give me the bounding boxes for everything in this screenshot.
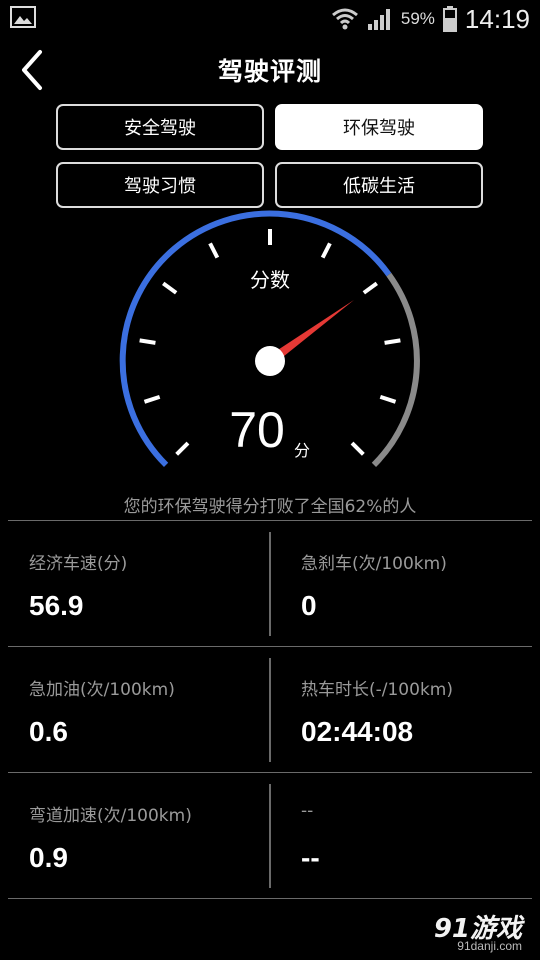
tab-low-carbon[interactable]: 低碳生活 — [275, 162, 483, 208]
summary-text: 您的环保驾驶得分打败了全国62%的人 — [123, 497, 417, 517]
stat-value: 56.9 — [29, 590, 84, 621]
signal-icon — [367, 9, 390, 30]
score-gauge: 分数 70 分 — [119, 210, 420, 468]
gauge-label: 分数 — [250, 268, 290, 292]
divider — [269, 532, 271, 636]
wifi-icon — [331, 8, 358, 30]
stat-value: 02:44:08 — [301, 716, 414, 747]
gauge-tick — [320, 242, 332, 259]
stat-value: 0.6 — [29, 716, 68, 747]
stat-label: -- — [301, 801, 314, 821]
divider — [269, 658, 271, 762]
gallery-icon — [10, 6, 36, 28]
battery-icon — [442, 6, 457, 32]
battery-percent: 59% — [400, 9, 435, 28]
stat-label: 弯道加速(次/100km) — [29, 806, 192, 826]
stat-label: 经济车速(分) — [29, 554, 128, 574]
divider — [269, 784, 271, 888]
watermark-url: 91danji.com — [457, 939, 522, 953]
stat-value: 0.9 — [29, 842, 68, 873]
gauge-tick — [175, 441, 190, 456]
gauge-tick — [379, 394, 397, 404]
stat-value: -- — [301, 842, 320, 873]
tab-driving-habits[interactable]: 驾驶习惯 — [56, 162, 264, 208]
stat-label: 急加油(次/100km) — [29, 680, 175, 700]
gauge-hub — [255, 346, 285, 376]
gauge-tick — [162, 281, 178, 295]
divider — [8, 520, 532, 521]
tab-safe-driving[interactable]: 安全驾驶 — [56, 104, 264, 150]
divider — [8, 772, 532, 773]
gauge-tick — [384, 338, 401, 345]
gauge-score: 70 — [229, 402, 285, 458]
clock: 14:19 — [464, 3, 530, 34]
gauge-unit: 分 — [294, 441, 310, 460]
gauge-tick — [208, 242, 220, 259]
stat-value: 0 — [301, 590, 317, 621]
app-header: 驾驶评测 — [0, 38, 540, 104]
gauge-tick — [139, 338, 156, 345]
divider — [8, 898, 532, 899]
gauge-tick — [362, 281, 378, 295]
gauge-tick — [143, 394, 161, 404]
stat-label: 急刹车(次/100km) — [301, 554, 447, 574]
stat-label: 热车时长(-/100km) — [301, 680, 453, 700]
page-title: 驾驶评测 — [217, 57, 322, 86]
gauge-tick — [350, 441, 365, 456]
gauge-arc-inactive — [371, 272, 420, 468]
divider — [8, 646, 532, 647]
status-bar: 59% 14:19 — [0, 0, 540, 38]
tab-eco-driving[interactable]: 环保驾驶 — [275, 104, 483, 150]
